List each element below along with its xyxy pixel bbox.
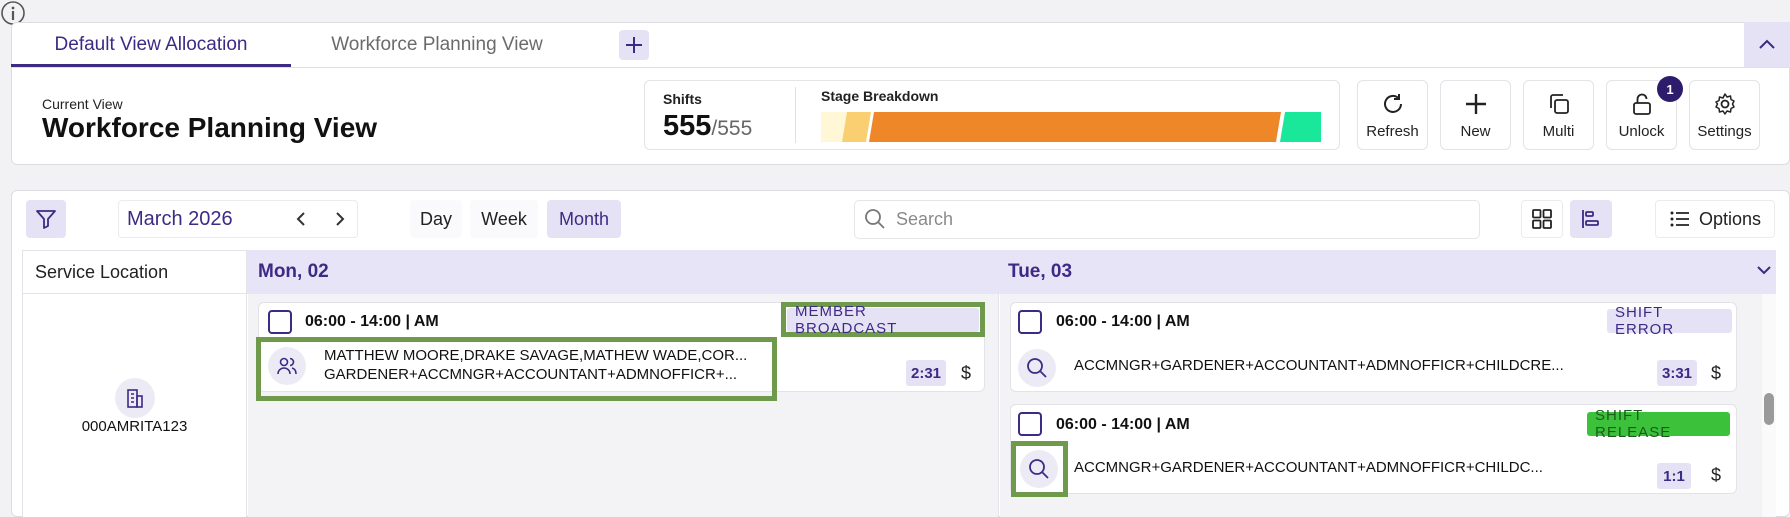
- users-icon[interactable]: [268, 347, 306, 385]
- day-header-tue[interactable]: Tue, 03: [1008, 250, 1072, 294]
- required-roles: ACCMNGR+GARDENER+ACCOUNTANT+ADMNOFFICR+C…: [1074, 459, 1543, 476]
- search-icon: [864, 208, 886, 230]
- unlock-count-badge: 1: [1657, 76, 1683, 102]
- fill-count-badge: 1:1: [1657, 463, 1691, 489]
- lock-icon: [1632, 93, 1651, 115]
- building-icon: [115, 378, 155, 418]
- tab-default-view-allocation[interactable]: Default View Allocation: [11, 22, 291, 67]
- filter-button[interactable]: [26, 200, 66, 238]
- prev-month-button[interactable]: [292, 209, 312, 229]
- assigned-roles: GARDENER+ACCMNGR+ACCOUNTANT+ADMNOFFICR+.…: [324, 366, 738, 383]
- filter-icon: [36, 210, 56, 229]
- new-button[interactable]: New: [1440, 80, 1511, 150]
- search-icon[interactable]: [1020, 450, 1058, 488]
- required-roles: ACCMNGR+GARDENER+ACCOUNTANT+ADMNOFFICR+C…: [1074, 357, 1564, 374]
- shift-time: 06:00 - 14:00 | AM: [1056, 313, 1190, 330]
- search-input[interactable]: [896, 203, 1466, 235]
- shifts-label: Shifts: [663, 91, 702, 107]
- refresh-label: Refresh: [1366, 122, 1419, 140]
- unlock-label: Unlock: [1618, 122, 1665, 140]
- assigned-members: MATTHEW MOORE,DRAKE SAVAGE,MATHEW WADE,C…: [324, 347, 748, 364]
- options-button[interactable]: Options: [1655, 200, 1775, 238]
- rate-icon[interactable]: $: [961, 363, 971, 384]
- rate-icon[interactable]: $: [1711, 363, 1721, 384]
- scrollbar-thumb[interactable]: [1764, 393, 1774, 425]
- stage-segment-complete: [1280, 112, 1321, 142]
- search-icon[interactable]: [1018, 349, 1056, 387]
- grid-view-button[interactable]: [1521, 200, 1563, 238]
- chevron-left-icon: [296, 212, 305, 226]
- shift-time: 06:00 - 14:00 | AM: [1056, 416, 1190, 433]
- day-header-mon[interactable]: Mon, 02: [258, 250, 329, 294]
- copy-icon: [1549, 93, 1569, 114]
- plus-icon: [1465, 93, 1486, 114]
- chevron-up-icon: [1759, 39, 1775, 49]
- refresh-button[interactable]: Refresh: [1357, 80, 1428, 150]
- shifts-value: 555: [663, 110, 712, 142]
- options-label: Options: [1698, 208, 1762, 229]
- view-month-button[interactable]: Month: [547, 200, 621, 238]
- status-badge[interactable]: SHIFT RELEASE: [1587, 407, 1730, 441]
- chevron-down-icon[interactable]: [1754, 260, 1774, 280]
- tab-workforce-planning-view[interactable]: Workforce Planning View: [291, 22, 583, 67]
- shifts-count: 555/555: [663, 110, 752, 143]
- plus-icon: [626, 37, 642, 53]
- tab-divider: [11, 67, 1790, 68]
- location-name[interactable]: 000AMRITA123: [42, 418, 227, 435]
- current-view-label: Current View: [42, 96, 123, 112]
- shift-checkbox[interactable]: [1018, 412, 1042, 436]
- stats-divider: [795, 87, 796, 143]
- stage-segment-pending: [842, 112, 871, 142]
- settings-label: Settings: [1697, 122, 1752, 140]
- current-view-title: Workforce Planning View: [42, 112, 378, 143]
- gear-icon: [1714, 92, 1735, 115]
- fill-count-badge: 3:31: [1657, 360, 1697, 386]
- view-day-button[interactable]: Day: [410, 200, 462, 238]
- stage-breakdown-label: Stage Breakdown: [821, 88, 939, 104]
- new-label: New: [1460, 122, 1491, 140]
- view-week-button[interactable]: Week: [470, 200, 538, 238]
- fill-count-badge: 2:31: [906, 360, 946, 386]
- rate-icon[interactable]: $: [1711, 465, 1721, 486]
- status-badge[interactable]: MEMBER BROADCAST: [787, 303, 979, 337]
- shift-checkbox[interactable]: [1018, 310, 1042, 334]
- add-tab-button[interactable]: [619, 30, 649, 60]
- next-month-button[interactable]: [329, 209, 349, 229]
- refresh-icon: [1383, 93, 1402, 113]
- multi-label: Multi: [1542, 122, 1575, 140]
- list-icon: [1670, 211, 1689, 227]
- status-badge[interactable]: SHIFT ERROR: [1607, 304, 1732, 338]
- gantt-view-button[interactable]: [1570, 200, 1612, 238]
- stage-segment-active: [869, 112, 1281, 142]
- month-label[interactable]: March 2026: [127, 208, 233, 231]
- shifts-total: /555: [711, 117, 753, 140]
- multi-button[interactable]: Multi: [1523, 80, 1594, 150]
- settings-button[interactable]: Settings: [1689, 80, 1760, 150]
- grid-icon: [1532, 209, 1552, 229]
- chevron-right-icon: [336, 212, 345, 226]
- shift-checkbox[interactable]: [268, 310, 292, 334]
- service-location-header[interactable]: Service Location: [22, 250, 247, 294]
- stage-breakdown-bar[interactable]: [821, 112, 1321, 142]
- gantt-icon: [1582, 210, 1599, 228]
- collapse-button[interactable]: [1744, 22, 1790, 67]
- shift-time: 06:00 - 14:00 | AM: [305, 313, 439, 330]
